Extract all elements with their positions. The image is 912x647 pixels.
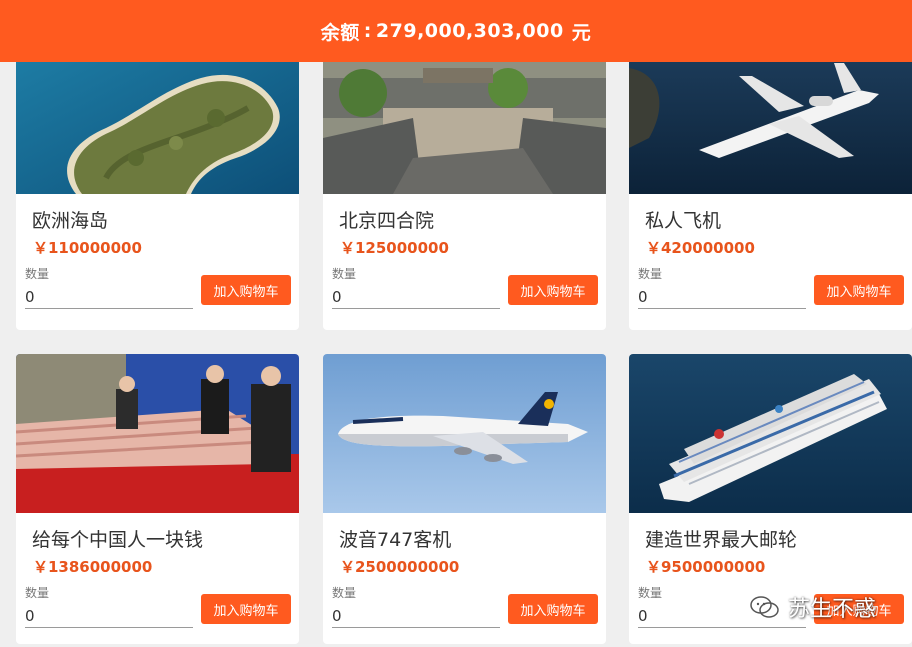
quantity-input[interactable] (332, 605, 500, 628)
quantity-label: 数量 (638, 586, 663, 600)
balance-separator: : (363, 20, 372, 42)
balance-unit: 元 (571, 21, 592, 44)
watermark: 苏生不惑 (750, 590, 876, 624)
product-title: 北京四合院 (339, 210, 435, 232)
quantity-input[interactable] (638, 286, 806, 309)
quantity-label: 数量 (25, 267, 50, 281)
product-image-courtyard (323, 48, 606, 194)
add-to-cart-button[interactable]: 加入购物车 (201, 594, 291, 624)
product-price: ￥110000000 (33, 239, 142, 257)
quantity-label: 数量 (332, 267, 357, 281)
quantity-input[interactable] (332, 286, 500, 309)
product-card-money: 给每个中国人一块钱 ￥1386000000 数量 加入购物车 (16, 354, 299, 644)
product-image-island (16, 48, 299, 194)
quantity-label: 数量 (638, 267, 663, 281)
product-image-jet (629, 48, 912, 194)
product-title: 波音747客机 (339, 529, 452, 551)
product-image-cruise (629, 354, 912, 513)
add-to-cart-button[interactable]: 加入购物车 (814, 275, 904, 305)
product-title: 欧洲海岛 (32, 210, 109, 232)
product-price: ￥2500000000 (340, 558, 460, 576)
add-to-cart-button[interactable]: 加入购物车 (508, 594, 598, 624)
quantity-input[interactable] (25, 286, 193, 309)
product-image-money (16, 354, 299, 513)
product-title: 给每个中国人一块钱 (32, 529, 204, 551)
wechat-icon (750, 596, 779, 618)
product-price: ￥125000000 (340, 239, 449, 257)
product-card-boeing: 波音747客机 ￥2500000000 数量 加入购物车 (323, 354, 606, 644)
balance-header: 余额 : 279,000,303,000 元 (0, 0, 912, 62)
product-title: 私人飞机 (645, 210, 722, 232)
watermark-text: 苏生不惑 (788, 597, 877, 622)
product-price: ￥1386000000 (33, 558, 153, 576)
product-price: ￥9500000000 (646, 558, 766, 576)
product-image-boeing (323, 354, 606, 513)
quantity-input[interactable] (25, 605, 193, 628)
add-to-cart-button[interactable]: 加入购物车 (508, 275, 598, 305)
product-title: 建造世界最大邮轮 (645, 529, 798, 551)
quantity-label: 数量 (332, 586, 357, 600)
balance-label: 余额 (320, 21, 360, 44)
add-to-cart-button[interactable]: 加入购物车 (201, 275, 291, 305)
product-price: ￥420000000 (646, 239, 755, 257)
product-card-jet: 私人飞机 ￥420000000 数量 加入购物车 (629, 48, 912, 330)
quantity-label: 数量 (25, 586, 50, 600)
product-card-island: 欧洲海岛 ￥110000000 数量 加入购物车 (16, 48, 299, 330)
balance-value: 279,000,303,000 (375, 20, 564, 42)
product-card-courtyard: 北京四合院 ￥125000000 数量 加入购物车 (323, 48, 606, 330)
